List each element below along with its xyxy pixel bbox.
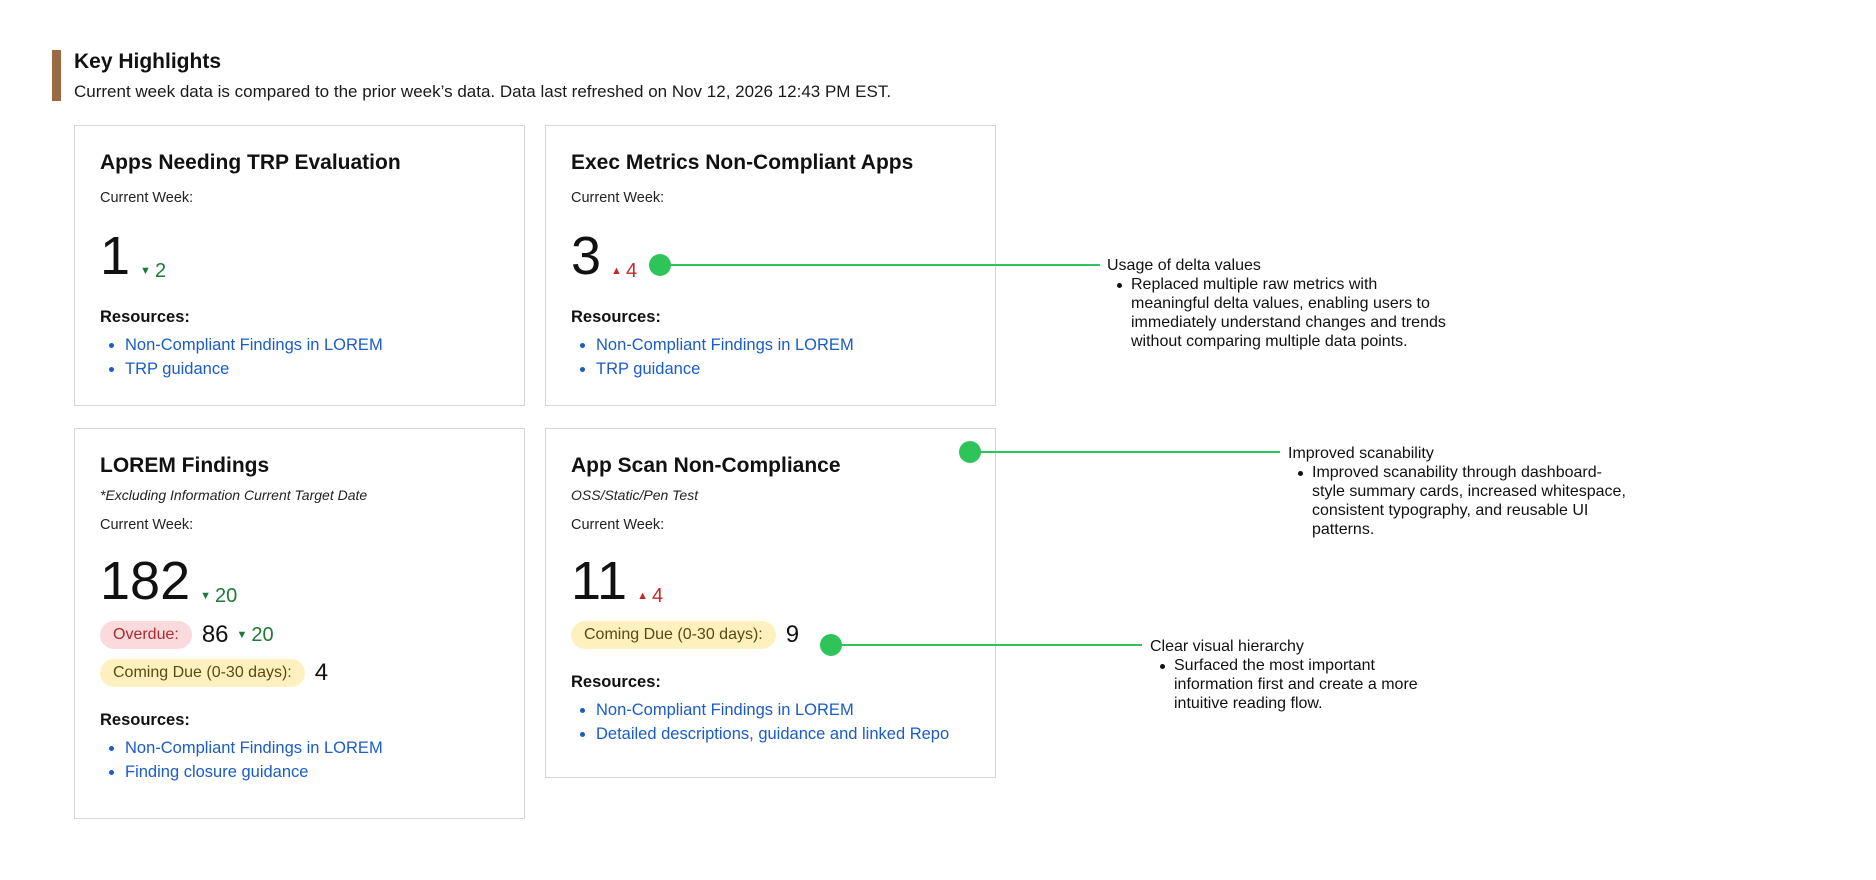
annotation-marker xyxy=(649,254,671,276)
coming-due-badge: Coming Due (0-30 days): xyxy=(100,659,305,687)
card-note: OSS/Static/Pen Test xyxy=(571,487,699,503)
annotation-scanability: Improved scanability Improved scanabilit… xyxy=(1288,444,1633,539)
annotation-text: Surfaced the most important information … xyxy=(1150,656,1450,713)
metric-value: 182 xyxy=(100,551,191,611)
metric-delta: ▲ 4 xyxy=(637,585,663,608)
coming-due-value: 4 xyxy=(314,659,329,686)
coming-due-badge: Coming Due (0-30 days): xyxy=(571,621,776,649)
coming-due-row: Coming Due (0-30 days): 4 xyxy=(100,659,499,687)
card-apps-needing-trp: Apps Needing TRP Evaluation Current Week… xyxy=(74,125,525,406)
metric-delta: ▼ 2 xyxy=(140,260,166,283)
triangle-down-icon: ▼ xyxy=(140,265,151,277)
resources-list: Non-Compliant Findings in LOREM TRP guid… xyxy=(571,333,970,381)
resources-list: Non-Compliant Findings in LOREM Finding … xyxy=(100,736,499,784)
current-week-label: Current Week: xyxy=(100,517,194,533)
coming-due-value: 9 xyxy=(785,621,800,648)
metric-row: 3 ▲ 4 xyxy=(571,228,970,284)
resources-label: Resources: xyxy=(571,673,661,691)
annotation-visual-hierarchy: Clear visual hierarchy Surfaced the most… xyxy=(1150,637,1450,713)
card-lorem-findings: LOREM Findings *Excluding Information Cu… xyxy=(74,428,525,819)
metric-delta-value: 2 xyxy=(154,259,167,282)
annotation-delta-values: Usage of delta values Replaced multiple … xyxy=(1107,256,1447,351)
card-title: App Scan Non-Compliance xyxy=(571,454,841,477)
metric-row: 1 ▼ 2 xyxy=(100,228,499,284)
annotation-connector xyxy=(660,264,1100,266)
metric-value: 1 xyxy=(100,226,131,286)
card-app-scan: App Scan Non-Compliance OSS/Static/Pen T… xyxy=(545,428,996,778)
resource-link[interactable]: Detailed descriptions, guidance and link… xyxy=(571,722,970,746)
card-title: Apps Needing TRP Evaluation xyxy=(100,151,401,174)
resources-label: Resources: xyxy=(571,308,661,326)
current-week-label: Current Week: xyxy=(100,190,194,206)
section-title: Key Highlights xyxy=(74,50,222,73)
card-title: LOREM Findings xyxy=(100,454,270,477)
metric-delta: ▼ 20 xyxy=(200,585,237,608)
metric-delta-value: 20 xyxy=(215,584,238,607)
card-title: Exec Metrics Non-Compliant Apps xyxy=(571,151,914,174)
metric-delta-value: 4 xyxy=(625,259,638,282)
resource-link[interactable]: TRP guidance xyxy=(100,357,499,381)
section-accent-bar xyxy=(52,50,61,101)
resource-link[interactable]: Non-Compliant Findings in LOREM xyxy=(100,736,499,760)
overdue-row: Overdue: 86 ▼ 20 xyxy=(100,621,499,649)
resource-link[interactable]: Non-Compliant Findings in LOREM xyxy=(571,698,970,722)
triangle-up-icon: ▲ xyxy=(611,265,622,277)
metric-value: 3 xyxy=(571,226,602,286)
resource-link[interactable]: Finding closure guidance xyxy=(100,760,499,784)
annotation-marker xyxy=(959,441,981,463)
overdue-badge: Overdue: xyxy=(100,621,192,649)
overdue-delta-value: 20 xyxy=(251,623,274,646)
triangle-down-icon: ▼ xyxy=(236,629,248,641)
triangle-up-icon: ▲ xyxy=(637,590,648,602)
resources-list: Non-Compliant Findings in LOREM Detailed… xyxy=(571,698,970,746)
annotation-list: Surfaced the most important information … xyxy=(1150,656,1450,713)
resources-list: Non-Compliant Findings in LOREM TRP guid… xyxy=(100,333,499,381)
resources-label: Resources: xyxy=(100,711,190,729)
annotation-title: Usage of delta values xyxy=(1107,257,1261,274)
metric-delta-value: 4 xyxy=(651,584,664,607)
metric-delta: ▲ 4 xyxy=(611,260,637,283)
metric-value: 11 xyxy=(571,551,628,611)
current-week-label: Current Week: xyxy=(571,190,665,206)
resource-link[interactable]: Non-Compliant Findings in LOREM xyxy=(571,333,970,357)
annotation-text: Improved scanability through dashboard-s… xyxy=(1288,463,1633,539)
resource-link[interactable]: TRP guidance xyxy=(571,357,970,381)
current-week-label: Current Week: xyxy=(571,517,665,533)
annotation-text: Replaced multiple raw metrics with meani… xyxy=(1107,275,1447,351)
annotation-list: Replaced multiple raw metrics with meani… xyxy=(1107,275,1447,351)
metric-row: 182 ▼ 20 xyxy=(100,553,499,609)
metric-row: 11 ▲ 4 xyxy=(571,553,970,609)
annotation-connector xyxy=(830,644,1142,646)
triangle-down-icon: ▼ xyxy=(200,590,211,602)
section-subtitle: Current week data is compared to the pri… xyxy=(74,82,892,101)
annotation-list: Improved scanability through dashboard-s… xyxy=(1288,463,1633,539)
overdue-value: 86 xyxy=(201,621,229,648)
annotation-title: Improved scanability xyxy=(1288,445,1434,462)
resource-link[interactable]: Non-Compliant Findings in LOREM xyxy=(100,333,499,357)
annotation-title: Clear visual hierarchy xyxy=(1150,638,1304,655)
annotation-marker xyxy=(820,634,842,656)
card-note: *Excluding Information Current Target Da… xyxy=(100,487,368,503)
annotation-connector xyxy=(970,451,1280,453)
resources-label: Resources: xyxy=(100,308,190,326)
overdue-delta: ▼ 20 xyxy=(237,624,274,647)
